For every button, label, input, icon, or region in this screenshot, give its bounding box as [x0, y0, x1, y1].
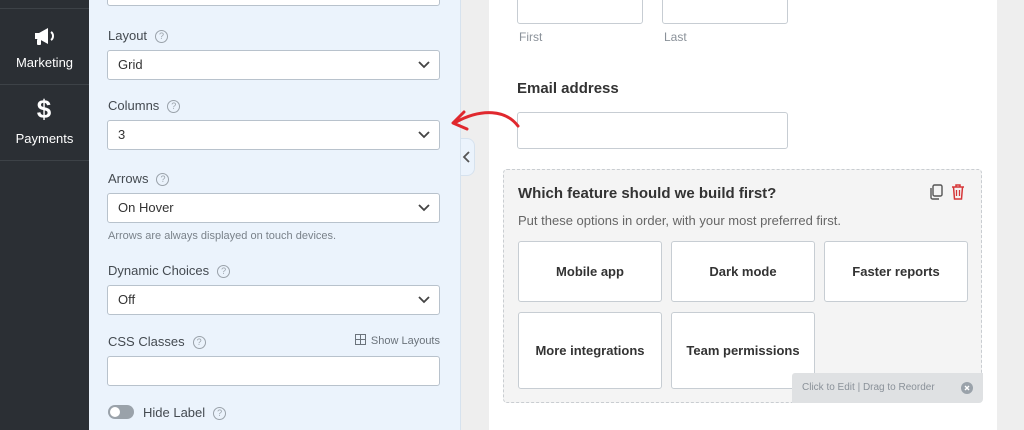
- email-input[interactable]: [517, 112, 788, 149]
- grid-icon: [354, 334, 366, 345]
- arrows-select-value: On Hover: [118, 200, 174, 215]
- ranking-option[interactable]: More integrations: [518, 312, 662, 389]
- megaphone-icon: [35, 28, 55, 45]
- close-icon[interactable]: [961, 382, 973, 394]
- show-layouts-label: Show Layouts: [370, 335, 440, 347]
- help-icon[interactable]: ?: [192, 336, 206, 349]
- nav-item-label: Payments: [15, 131, 74, 146]
- help-icon[interactable]: ?: [167, 100, 181, 113]
- previous-option-input[interactable]: [107, 0, 440, 6]
- help-icon[interactable]: ?: [217, 265, 231, 278]
- css-classes-label: CSS Classes?: [108, 334, 206, 349]
- trash-icon[interactable]: [950, 183, 966, 200]
- chevron-left-icon: [462, 151, 470, 163]
- columns-select-value: 3: [118, 127, 126, 142]
- nav-item-marketing[interactable]: Marketing: [0, 9, 89, 85]
- hide-label-toggle[interactable]: [108, 405, 134, 419]
- first-name-sublabel: First: [519, 30, 543, 44]
- arrows-label: Arrows?: [108, 171, 170, 186]
- ranking-option[interactable]: Faster reports: [824, 241, 968, 302]
- annotation-arrow-icon: [451, 110, 520, 131]
- copy-icon[interactable]: [928, 184, 944, 200]
- field-options-panel: Layout? Grid Columns? 3 Arrows? On Hover…: [89, 0, 461, 430]
- help-icon[interactable]: ?: [213, 407, 227, 420]
- last-name-input[interactable]: [662, 0, 788, 24]
- nav-item-payments[interactable]: $ Payments: [0, 85, 89, 161]
- ranking-description: Put these options in order, with your mo…: [518, 213, 841, 228]
- chevron-down-icon: [418, 296, 430, 304]
- css-classes-input[interactable]: [107, 356, 440, 386]
- dollar-icon: $: [37, 95, 52, 123]
- email-label: Email address: [517, 80, 619, 97]
- nav-item-label: Marketing: [15, 55, 74, 70]
- chevron-down-icon: [418, 131, 430, 139]
- ranking-option[interactable]: Dark mode: [671, 241, 815, 302]
- form-preview: First Last Email address Which feature s…: [489, 0, 997, 430]
- edit-reorder-hint[interactable]: Click to Edit | Drag to Reorder: [792, 373, 983, 403]
- layout-label: Layout?: [108, 28, 169, 43]
- arrows-select[interactable]: On Hover: [107, 193, 440, 223]
- first-name-input[interactable]: [517, 0, 643, 24]
- dynamic-choices-select-value: Off: [118, 292, 136, 307]
- dynamic-choices-label: Dynamic Choices?: [108, 263, 231, 278]
- chevron-down-icon: [418, 204, 430, 212]
- toggle-knob: [110, 407, 120, 417]
- collapse-panel-handle[interactable]: [461, 138, 475, 176]
- ranking-option[interactable]: Mobile app: [518, 241, 662, 302]
- dynamic-choices-select[interactable]: Off: [107, 285, 440, 315]
- ranking-title: Which feature should we build first?: [518, 185, 777, 202]
- layout-select[interactable]: Grid: [107, 50, 440, 80]
- columns-label: Columns?: [108, 98, 181, 113]
- last-name-sublabel: Last: [664, 30, 687, 44]
- show-layouts-link[interactable]: Show Layouts: [354, 334, 440, 347]
- left-nav: Marketing $ Payments: [0, 0, 89, 430]
- arrows-hint: Arrows are always displayed on touch dev…: [108, 230, 337, 242]
- svg-text:$: $: [37, 95, 52, 123]
- layout-select-value: Grid: [118, 57, 143, 72]
- help-icon[interactable]: ?: [155, 30, 169, 43]
- ranking-field[interactable]: Which feature should we build first? Put…: [503, 169, 983, 403]
- hide-label-label: Hide Label?: [143, 405, 227, 420]
- chevron-down-icon: [418, 61, 430, 69]
- columns-select[interactable]: 3: [107, 120, 440, 150]
- help-icon[interactable]: ?: [156, 173, 170, 186]
- edit-reorder-label: Click to Edit | Drag to Reorder: [802, 382, 935, 393]
